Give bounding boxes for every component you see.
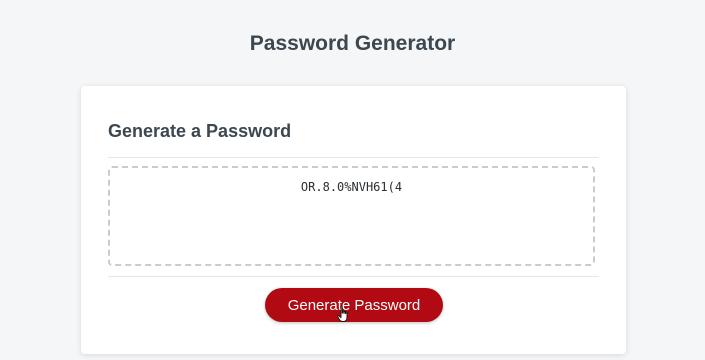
password-card: Generate a Password OR.8.0%NVH61(4 Gener… xyxy=(81,86,626,354)
card-title: Generate a Password xyxy=(108,121,292,141)
generate-password-button[interactable]: Generate Password xyxy=(265,288,443,322)
page-title: Password Generator xyxy=(249,32,456,55)
password-output[interactable]: OR.8.0%NVH61(4 xyxy=(108,166,595,266)
card-header-divider xyxy=(108,157,599,158)
card-footer-divider xyxy=(108,276,599,277)
